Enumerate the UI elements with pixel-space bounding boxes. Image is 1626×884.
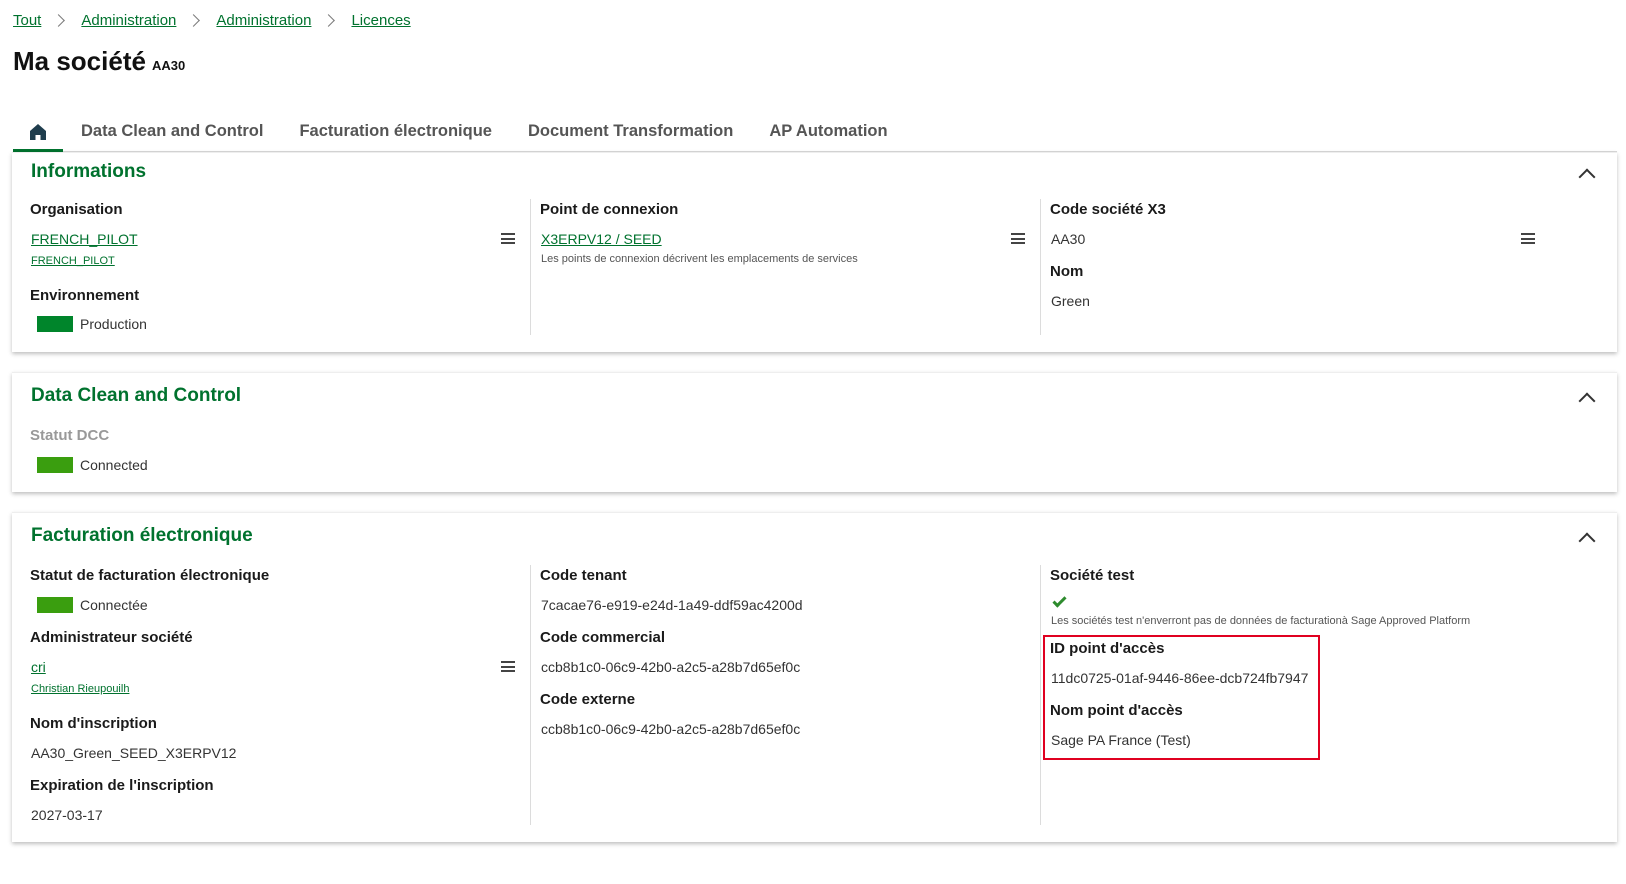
breadcrumb-tout[interactable]: Tout [13, 12, 41, 29]
point-connexion-link[interactable]: X3ERPV12 / SEED [541, 231, 662, 247]
page-title-code: AA30 [151, 58, 186, 73]
statut-facturation-value: Connectée [80, 597, 148, 613]
menu-icon[interactable] [501, 661, 515, 672]
environnement-value: Production [80, 316, 147, 332]
code-societe-value: AA30 [1051, 231, 1086, 247]
checkmark-icon [1052, 593, 1067, 608]
id-point-acces-value: 11dc0725-01af-9446-86ee-dcb724fb7947 [1051, 670, 1309, 686]
breadcrumb-administration-2[interactable]: Administration [216, 12, 311, 29]
point-connexion-hint: Les points de connexion décrivent les em… [541, 253, 858, 265]
admin-societe-link[interactable]: cri [31, 659, 46, 675]
code-societe-label: Code société X3 [1050, 201, 1166, 218]
breadcrumb-administration-1[interactable]: Administration [81, 12, 176, 29]
statut-dcc-value: Connected [80, 457, 148, 473]
chevron-up-icon[interactable] [1578, 532, 1596, 550]
nom-label: Nom [1050, 263, 1084, 280]
societe-test-hint: Les sociétés test n'enverront pas de don… [1051, 615, 1471, 627]
facturation-title: Facturation électronique [31, 525, 253, 546]
informations-title: Informations [31, 161, 147, 182]
statut-dcc-label: Statut DCC [30, 427, 110, 444]
statut-facturation-label: Statut de facturation électronique [30, 567, 270, 584]
informations-card: Informations Organisation FRENCH_PILOT F… [12, 152, 1617, 352]
expiration-value: 2027-03-17 [31, 807, 103, 823]
statut-dcc-status: Connected [37, 457, 148, 473]
nom-value: Green [1051, 293, 1090, 309]
environnement-label: Environnement [30, 287, 140, 304]
tab-ap-automation[interactable]: AP Automation [751, 112, 905, 151]
tab-data-clean-control[interactable]: Data Clean and Control [63, 112, 281, 151]
divider [530, 199, 531, 335]
facturation-card: Facturation électronique Statut de factu… [12, 512, 1617, 842]
chevron-right-icon [52, 13, 66, 27]
chevron-up-icon[interactable] [1578, 168, 1596, 186]
statut-facturation-status: Connectée [37, 597, 148, 613]
societe-test-label: Société test [1050, 567, 1135, 584]
home-icon [30, 123, 46, 140]
organisation-sublink[interactable]: FRENCH_PILOT [31, 255, 115, 267]
admin-societe-label: Administrateur société [30, 629, 193, 646]
chevron-right-icon [322, 13, 336, 27]
status-swatch [37, 457, 73, 473]
admin-societe-sublink[interactable]: Christian Rieupouilh [31, 683, 129, 695]
breadcrumb: Tout Administration Administration Licen… [13, 10, 411, 30]
menu-icon[interactable] [501, 233, 515, 244]
page-title: Ma société AA30 [13, 46, 185, 77]
page-title-text: Ma société [13, 46, 146, 76]
dcc-card: Data Clean and Control Statut DCC Connec… [12, 372, 1617, 492]
code-tenant-value: 7cacae76-e919-e24d-1a49-ddf59ac4200d [541, 597, 803, 613]
environnement-status: Production [37, 316, 147, 332]
tab-home[interactable] [13, 112, 63, 152]
code-externe-value: ccb8b1c0-06c9-42b0-a2c5-a28b7d65ef0c [541, 721, 801, 737]
tab-bar: Data Clean and Control Facturation élect… [13, 112, 1617, 152]
breadcrumb-licences[interactable]: Licences [351, 12, 410, 29]
status-swatch [37, 316, 73, 332]
divider [530, 565, 531, 825]
code-tenant-label: Code tenant [540, 567, 627, 584]
nom-point-acces-value: Sage PA France (Test) [1051, 732, 1191, 748]
code-externe-label: Code externe [540, 691, 636, 708]
expiration-label: Expiration de l'inscription [30, 777, 214, 794]
tab-facturation[interactable]: Facturation électronique [281, 112, 510, 151]
status-swatch [37, 597, 73, 613]
id-point-acces-label: ID point d'accès [1050, 640, 1165, 657]
organisation-label: Organisation [30, 201, 123, 218]
menu-icon[interactable] [1521, 233, 1535, 244]
nom-point-acces-label: Nom point d'accès [1050, 702, 1183, 719]
code-commercial-value: ccb8b1c0-06c9-42b0-a2c5-a28b7d65ef0c [541, 659, 801, 675]
nom-inscription-label: Nom d'inscription [30, 715, 157, 732]
chevron-right-icon [187, 13, 201, 27]
point-connexion-label: Point de connexion [540, 201, 679, 218]
menu-icon[interactable] [1011, 233, 1025, 244]
tab-document-transformation[interactable]: Document Transformation [510, 112, 751, 151]
organisation-link[interactable]: FRENCH_PILOT [31, 231, 138, 247]
nom-inscription-value: AA30_Green_SEED_X3ERPV12 [31, 745, 237, 761]
dcc-title: Data Clean and Control [31, 385, 242, 406]
code-commercial-label: Code commercial [540, 629, 666, 646]
divider [1040, 565, 1041, 825]
divider [1040, 199, 1041, 335]
chevron-up-icon[interactable] [1578, 392, 1596, 410]
